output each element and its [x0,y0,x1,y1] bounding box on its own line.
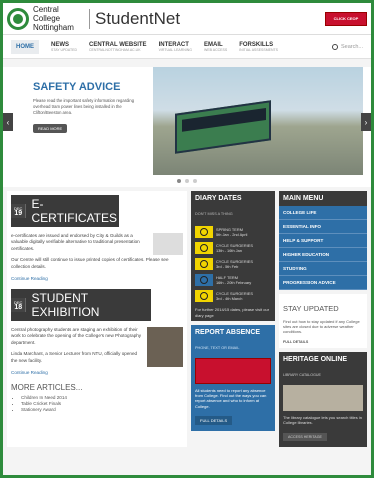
full-details-button[interactable]: FULL DETAILS [195,415,233,425]
slide-title: SAFETY ADVICE [33,81,121,93]
diary-item[interactable]: CYCLE SURGERIES 13th - 16th Jan [191,240,275,256]
continue-reading-link[interactable]: Continue Reading [11,276,183,281]
main-menu-title: MAIN MENU [279,191,367,206]
date-badge: DEC 19 [11,204,27,218]
slide-image [153,67,363,175]
report-text: All students need to report any absence … [195,388,267,409]
more-articles-title: MORE ARTICLES... [11,383,83,393]
read-more-button[interactable]: READ MORE [33,124,68,133]
search-icon [331,43,338,50]
nav-home[interactable]: HOME [11,39,39,54]
middle-column: DIARY DATES DON'T MISS A THING SPRING TER… [191,191,275,447]
top-bar: Central College Nottingham StudentNet CL… [3,3,371,35]
college-name: Central College Nottingham [33,5,74,32]
hero-slider: ‹ SAFETY ADVICE Please read the importan… [3,67,371,175]
ecerts-p2: Our Centre will still continue to issue … [11,257,169,269]
phone-image [195,358,271,384]
slider-dot[interactable] [193,179,197,183]
bike-icon [195,258,213,270]
slider-dot[interactable] [177,179,181,183]
date-badge: DEC 18 [11,298,27,313]
stay-title: STAY UPDATED [283,304,339,313]
report-absence-box: REPORT ABSENCE PHONE, TEXT OR EMAIL All … [191,325,275,431]
stay-text: Find out how to stay updated if any Coll… [283,319,360,335]
diary-item[interactable]: CYCLE SURGERIES 3rd - 5th Feb [191,256,275,272]
exhibition-heading: DEC 18 STUDENT EXHIBITION [11,289,151,322]
library-image [283,384,363,411]
diary-item[interactable]: HALF TERM 16th - 20th February [191,272,275,288]
slider-next-icon[interactable]: › [361,113,371,131]
heritage-subtitle: LIBRARY CATALOGUE [283,372,321,377]
tram-image [175,100,271,154]
heritage-text: The library catalogue lets you search ti… [283,414,362,425]
menu-item-college-life[interactable]: COLLEGE LIFE [279,206,367,220]
report-title: REPORT ABSENCE [195,329,261,336]
calendar-icon [195,226,213,238]
article-title[interactable]: STUDENT EXHIBITION [26,289,151,321]
nav-interact[interactable]: INTERACT VIRTUAL LEARNING [159,42,192,52]
diary-subtitle: DON'T MISS A THING [195,212,233,216]
calendar-icon [195,274,213,286]
exhibition-thumbnail [147,327,183,368]
nav-forskills[interactable]: FORSKILLS INITIAL ASSESSMENTS [239,42,278,52]
menu-item-studying[interactable]: STUDYING [279,262,367,276]
slider-dot[interactable] [185,179,189,183]
access-heritage-button[interactable]: ACCESS HERITAGE [283,433,327,442]
heritage-box: HERITAGE ONLINE LIBRARY CATALOGUE The li… [279,351,367,448]
news-column: DEC 19 E-CERTIFICATES e-certificates are … [7,191,187,448]
main-menu: MAIN MENU COLLEGE LIFE ESSENTIAL INFO HE… [279,191,367,290]
page: Central College Nottingham StudentNet CL… [3,3,371,475]
slider-prev-icon[interactable]: ‹ [3,113,13,131]
diary-dates-box: DIARY DATES DON'T MISS A THING SPRING TER… [191,191,275,321]
ecerts-heading: DEC 19 E-CERTIFICATES [11,195,119,227]
heritage-title: HERITAGE ONLINE [283,355,348,363]
diary-item[interactable]: CYCLE SURGERIES 3rd - 4th March [191,288,275,304]
search-input[interactable]: Search... [331,43,363,50]
menu-item-progression-advice[interactable]: PROGRESSION ADVICE [279,276,367,290]
report-subtitle: PHONE, TEXT OR EMAIL [195,346,240,350]
nav-central-website[interactable]: CENTRAL WEBSITE CENTRALNOTTINGHAM.AC.UK [89,42,147,52]
slide-body: Please read the important safety informa… [33,98,135,115]
college-logo-icon[interactable] [7,7,29,30]
right-column: MAIN MENU COLLEGE LIFE ESSENTIAL INFO HE… [279,191,367,448]
continue-reading-link[interactable]: Continue Reading [11,370,183,375]
diary-item[interactable]: SPRING TERM 5th Jan - 2nd April [191,224,275,240]
list-item[interactable]: Stationery Award [21,407,183,413]
stay-updated-box: STAY UPDATED Find out how to stay update… [279,294,367,348]
full-details-button[interactable]: FULL DETAILS [283,340,363,344]
menu-item-help-support[interactable]: HELP & SUPPORT [279,234,367,248]
slider-dots [3,175,371,187]
menu-item-higher-education[interactable]: HIGHER EDUCATION [279,248,367,262]
bike-icon [195,242,213,254]
app-title: StudentNet [89,8,180,29]
diary-footer[interactable]: For further 2014/15 dates, please visit … [191,304,275,321]
main-nav: HOME NEWS STAY UPDATED CENTRAL WEBSITE CEN… [3,35,371,59]
menu-item-essential-info[interactable]: ESSENTIAL INFO [279,220,367,234]
slide-text: SAFETY ADVICE Please read the important … [33,81,143,135]
more-articles: MORE ARTICLES... Children In Need 2014 T… [11,383,183,413]
bike-icon [195,290,213,302]
ceop-button[interactable]: CLICK CEOP [325,11,367,26]
diary-title: DIARY DATES [195,195,242,202]
nav-email[interactable]: EMAIL WEB ACCESS [204,42,227,52]
nav-news[interactable]: NEWS STAY UPDATED [51,42,77,52]
ecert-thumbnail [153,233,183,255]
article-title[interactable]: E-CERTIFICATES [26,195,122,227]
